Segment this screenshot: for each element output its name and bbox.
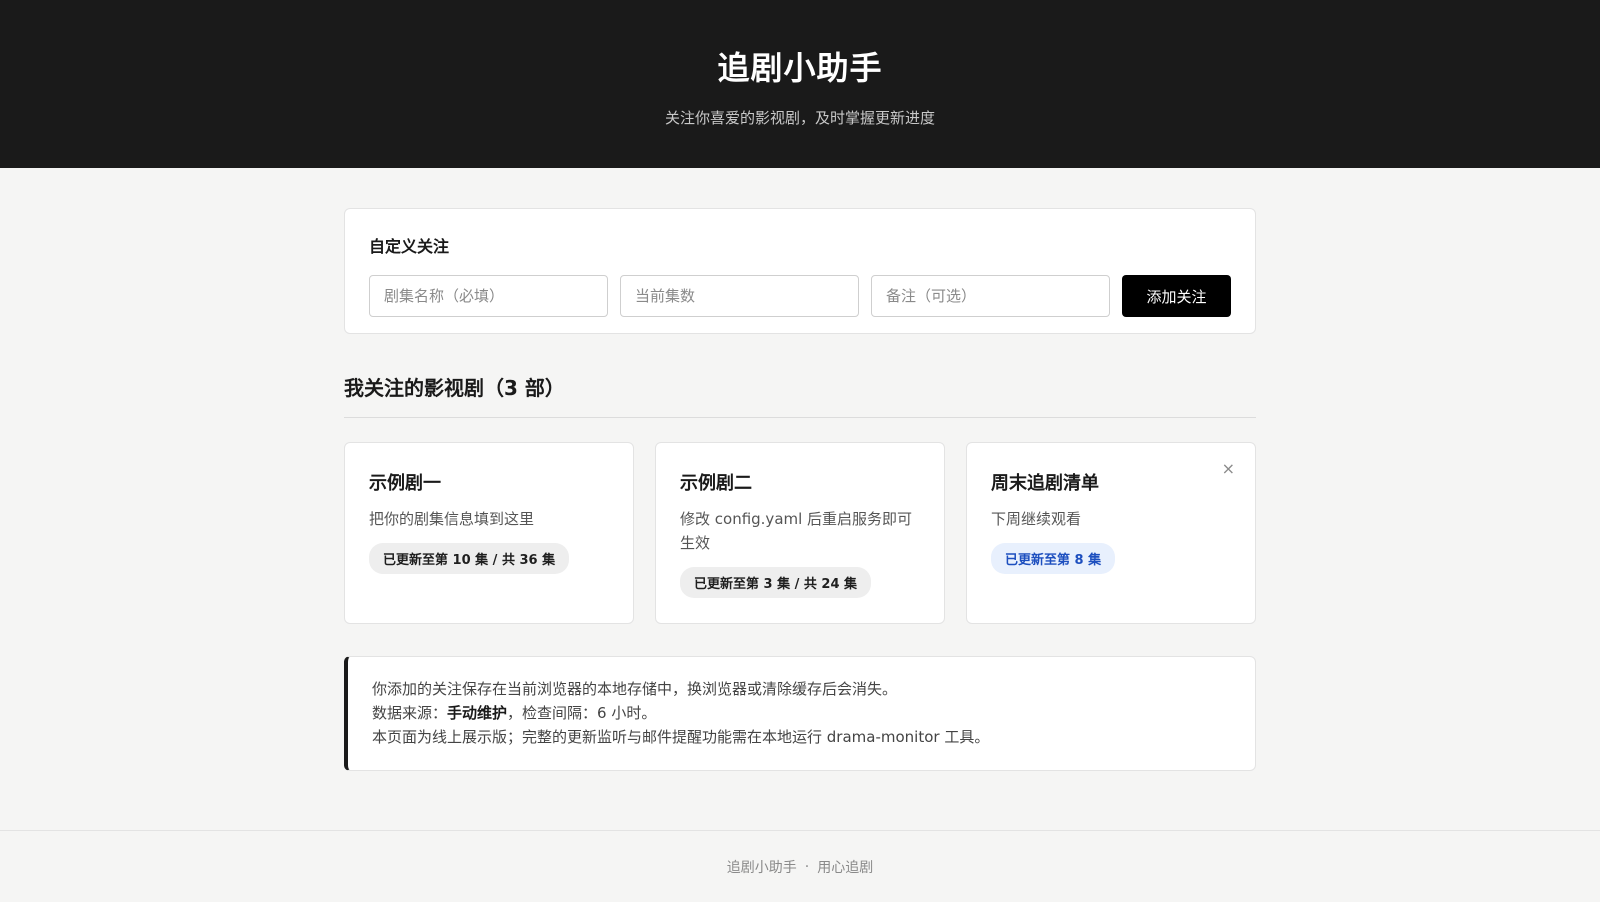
interval-text: ，检查间隔：6 小时。 xyxy=(507,704,657,722)
drama-card-title: 示例剧一 xyxy=(369,473,441,494)
source-label: 数据来源： xyxy=(372,704,448,722)
current-episode-input[interactable] xyxy=(620,275,859,317)
footer-slogan: 用心追剧 xyxy=(817,859,874,876)
main-content: 自定义关注 添加关注 我关注的影视剧（3 部） 示例剧一 把你的剧集信息填到这里… xyxy=(344,168,1256,771)
drama-card-list: 示例剧一 把你的剧集信息填到这里 已更新至第 10 集 / 共 36 集 示例剧… xyxy=(344,442,1256,624)
info-line-version: 本页面为线上展示版；完整的更新监听与邮件提醒功能需在本地运行 drama-mon… xyxy=(372,728,990,746)
drama-card: 示例剧一 把你的剧集信息填到这里 已更新至第 10 集 / 共 36 集 xyxy=(344,442,634,624)
drama-name-input[interactable] xyxy=(369,275,608,317)
drama-card-note: 修改 config.yaml 后重启服务即可生效 xyxy=(680,510,913,552)
episode-status-badge: 已更新至第 8 集 xyxy=(991,543,1116,574)
info-line-storage: 你添加的关注保存在当前浏览器的本地存储中，换浏览器或清除缓存后会消失。 xyxy=(372,680,898,698)
episode-status-badge: 已更新至第 10 集 / 共 36 集 xyxy=(369,543,570,574)
add-follow-form: 添加关注 xyxy=(369,275,1231,317)
drama-card: 示例剧二 修改 config.yaml 后重启服务即可生效 已更新至第 3 集 … xyxy=(655,442,945,624)
info-notice: 你添加的关注保存在当前浏览器的本地存储中，换浏览器或清除缓存后会消失。 数据来源… xyxy=(344,656,1256,771)
episode-status-badge: 已更新至第 3 集 / 共 24 集 xyxy=(680,567,872,598)
app-subtitle: 关注你喜爱的影视剧，及时掌握更新进度 xyxy=(664,108,935,127)
drama-card-note: 把你的剧集信息填到这里 xyxy=(369,510,535,528)
follow-list-title: 我关注的影视剧（3 部） xyxy=(344,376,565,400)
drama-card-title: 示例剧二 xyxy=(680,473,752,494)
source-value: 手动维护 xyxy=(447,704,508,722)
custom-follow-panel: 自定义关注 添加关注 xyxy=(344,208,1256,334)
page-header: 追剧小助手 关注你喜爱的影视剧，及时掌握更新进度 xyxy=(0,0,1600,168)
drama-card: × 周末追剧清单 下周继续观看 已更新至第 8 集 xyxy=(966,442,1256,624)
section-divider xyxy=(344,417,1256,418)
app-title: 追剧小助手 xyxy=(717,48,883,87)
footer-app-name: 追剧小助手 xyxy=(726,859,797,876)
note-input[interactable] xyxy=(871,275,1110,317)
page-footer: 追剧小助手 · 用心追剧 xyxy=(0,830,1600,902)
remove-card-close-icon[interactable]: × xyxy=(1222,459,1235,478)
add-follow-button[interactable]: 添加关注 xyxy=(1122,275,1231,317)
drama-card-title: 周末追剧清单 xyxy=(991,473,1099,494)
info-line-source: 数据来源：手动维护，检查间隔：6 小时。 xyxy=(372,701,1231,725)
custom-follow-title: 自定义关注 xyxy=(369,237,450,256)
drama-card-note: 下周继续观看 xyxy=(991,510,1082,528)
footer-separator: · xyxy=(804,858,810,875)
